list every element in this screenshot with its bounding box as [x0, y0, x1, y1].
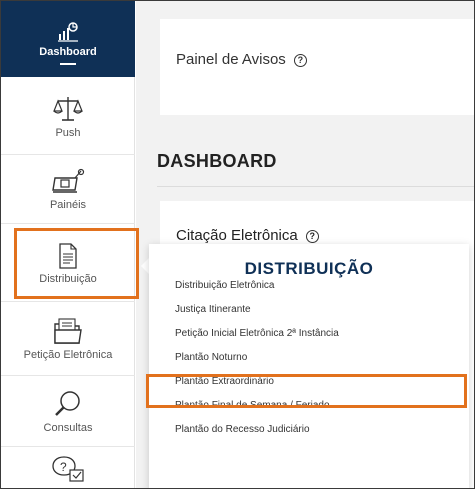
help-chat-icon: ?: [50, 454, 86, 488]
dashboard-icon: [57, 21, 79, 43]
divider: [1, 375, 135, 376]
sidebar-item-label: Painéis: [49, 198, 87, 211]
divider: [157, 186, 474, 187]
sidebar-item-distribuicao[interactable]: Distribuição: [1, 227, 135, 299]
menu-item-plantao-noturno[interactable]: Plantão Noturno: [175, 352, 247, 363]
sidebar-item-dashboard[interactable]: Dashboard: [1, 1, 135, 77]
monitor-icon: [51, 168, 85, 196]
sidebar-item-paineis[interactable]: Painéis: [1, 155, 135, 223]
sidebar-item-label: Distribuição: [39, 272, 97, 285]
menu-item-plantao-final-de-semana[interactable]: Plantão Final de Semana / Feriado: [175, 400, 330, 411]
menu-item-distribuicao-eletronica[interactable]: Distribuição Eletrônica: [175, 280, 275, 291]
sidebar-item-consultas[interactable]: Consultas: [1, 378, 135, 444]
avisos-title-text: Painel de Avisos: [176, 51, 286, 68]
sidebar-item-peticao-eletronica[interactable]: Petição Eletrônica: [1, 302, 135, 375]
page-title: DASHBOARD: [157, 151, 277, 171]
sidebar-item-label: Petição Eletrônica: [23, 349, 113, 361]
sidebar-item-help[interactable]: ?: [1, 449, 135, 488]
menu-item-peticao-inicial-2-instancia[interactable]: Petição Inicial Eletrônica 2ª Instância: [175, 328, 339, 339]
citacao-title-text: Citação Eletrônica: [176, 227, 298, 244]
sidebar-item-label: Push: [55, 126, 81, 139]
sidebar: Dashboard Push Painéis Distribuição Peti…: [1, 1, 135, 488]
menu-item-plantao-extraordinario[interactable]: Plantão Extraordinário: [175, 376, 274, 387]
help-icon[interactable]: ?: [293, 54, 307, 67]
divider: [1, 446, 135, 447]
app-window: Dashboard Push Painéis Distribuição Peti…: [0, 0, 475, 489]
magnifier-icon: [53, 389, 83, 419]
menu-item-justica-itinerante[interactable]: Justiça Itinerante: [175, 304, 251, 315]
citacao-title: Citação Eletrônica?: [176, 227, 319, 244]
distribuicao-popup-menu: DISTRIBUIÇÃO Distribuição Eletrônica Jus…: [149, 244, 469, 488]
folder-icon: [52, 316, 84, 346]
help-icon[interactable]: ?: [305, 230, 319, 243]
active-indicator: [60, 63, 76, 65]
sidebar-item-push[interactable]: Push: [1, 79, 135, 153]
scales-icon: [53, 94, 83, 124]
sidebar-item-label: Consultas: [43, 421, 93, 434]
svg-text:?: ?: [60, 460, 67, 474]
document-icon: [57, 242, 79, 270]
popup-title: DISTRIBUIÇÃO: [244, 259, 374, 278]
menu-item-plantao-recesso-judiciario[interactable]: Plantão do Recesso Judiciário: [175, 424, 310, 435]
divider: [1, 223, 135, 224]
sidebar-item-label: Dashboard: [39, 45, 97, 58]
avisos-title: Painel de Avisos?: [176, 51, 307, 68]
